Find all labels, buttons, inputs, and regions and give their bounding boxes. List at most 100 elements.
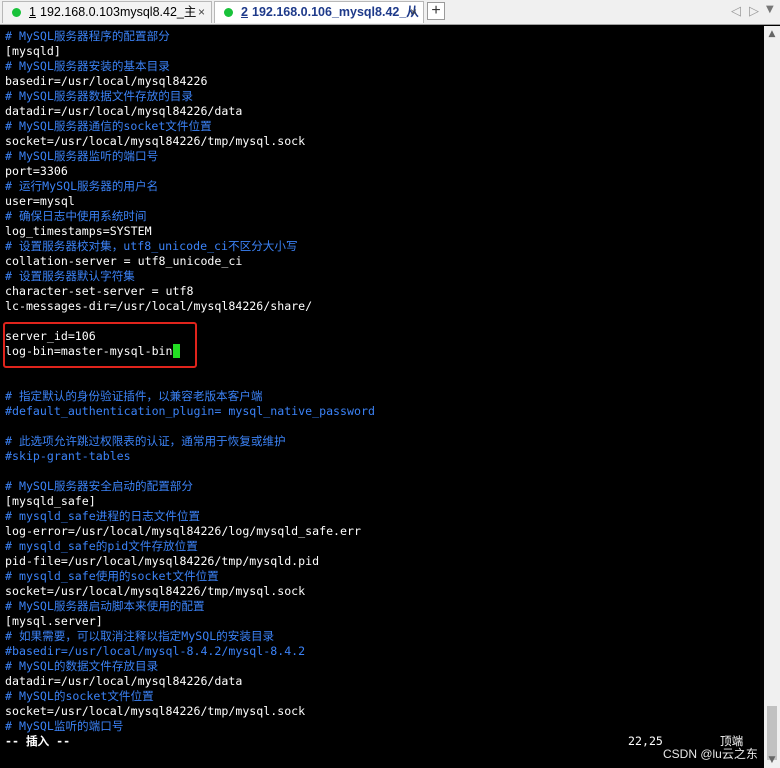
cursor-position: 22,25 xyxy=(628,734,663,748)
tab-session-2[interactable]: 2 192.168.0.106_mysql8.42_从 × xyxy=(214,1,424,23)
line-text: # MySQL服务器安装的基本目录 xyxy=(5,59,170,73)
watermark: CSDN @lu云之东 xyxy=(663,747,758,761)
line-text: # MySQL服务器启动脚本来使用的配置 xyxy=(5,599,205,613)
scroll-down-icon[interactable]: ▼ xyxy=(764,752,780,768)
line-text: pid-file=/usr/local/mysql84226/tmp/mysql… xyxy=(5,554,320,568)
highlight-box xyxy=(3,322,197,368)
line-text: # 指定默认的身份验证插件，以兼容老版本客户端 xyxy=(5,389,263,403)
line-text: character-set-server = utf8 xyxy=(5,284,194,298)
comment-line: # MySQL的socket文件位置 xyxy=(0,689,764,704)
line-text: log-error=/usr/local/mysql84226/log/mysq… xyxy=(5,524,361,538)
comment-line: # MySQL服务器程序的配置部分 xyxy=(0,29,764,44)
line-text: # 设置服务器默认字符集 xyxy=(5,269,135,283)
tab-scroll-left-icon[interactable]: ◁ xyxy=(731,3,741,19)
line-text: socket=/usr/local/mysql84226/tmp/mysql.s… xyxy=(5,134,306,148)
line-text: # MySQL服务器监听的端口号 xyxy=(5,149,159,163)
connection-status-icon xyxy=(224,8,233,17)
tab-title: 192.168.0.106_mysql8.42_从 xyxy=(252,5,419,19)
comment-line: #skip-grant-tables xyxy=(0,449,764,464)
config-line: [mysqld] xyxy=(0,44,764,59)
line-text: # MySQL的socket文件位置 xyxy=(5,689,154,703)
scroll-up-icon[interactable]: ▲ xyxy=(764,26,780,42)
config-line xyxy=(0,374,764,389)
line-text: datadir=/usr/local/mysql84226/data xyxy=(5,104,243,118)
line-text: #basedir=/usr/local/mysql-8.4.2/mysql-8.… xyxy=(5,644,306,658)
comment-line: # mysqld_safe进程的日志文件位置 xyxy=(0,509,764,524)
line-text: lc-messages-dir=/usr/local/mysql84226/sh… xyxy=(5,299,313,313)
config-line: [mysqld_safe] xyxy=(0,494,764,509)
config-line: socket=/usr/local/mysql84226/tmp/mysql.s… xyxy=(0,134,764,149)
config-line: pid-file=/usr/local/mysql84226/tmp/mysql… xyxy=(0,554,764,569)
config-line: collation-server = utf8_unicode_ci xyxy=(0,254,764,269)
line-text: # 确保日志中使用系统时间 xyxy=(5,209,147,223)
config-line xyxy=(0,464,764,479)
comment-line: # MySQL服务器监听的端口号 xyxy=(0,149,764,164)
line-text: # 如果需要，可以取消注释以指定MySQL的安装目录 xyxy=(5,629,275,643)
line-text: [mysqld_safe] xyxy=(5,494,96,508)
line-text: user=mysql xyxy=(5,194,75,208)
line-text: basedir=/usr/local/mysql84226 xyxy=(5,74,208,88)
line-text: # MySQL服务器程序的配置部分 xyxy=(5,29,170,43)
line-text: collation-server = utf8_unicode_ci xyxy=(5,254,243,268)
config-line: socket=/usr/local/mysql84226/tmp/mysql.s… xyxy=(0,584,764,599)
config-line: log-error=/usr/local/mysql84226/log/mysq… xyxy=(0,524,764,539)
new-tab-button[interactable]: + xyxy=(427,2,445,20)
vertical-scrollbar[interactable]: ▲ ▼ xyxy=(764,26,780,768)
close-tab-icon[interactable]: × xyxy=(198,2,205,23)
comment-line: # 此选项允许跳过权限表的认证，通常用于恢复或维护 xyxy=(0,434,764,449)
line-text: # MySQL监听的端口号 xyxy=(5,719,124,733)
config-line: datadir=/usr/local/mysql84226/data xyxy=(0,674,764,689)
line-text: # 运行MySQL服务器的用户名 xyxy=(5,179,159,193)
connection-status-icon xyxy=(12,8,21,17)
line-text: datadir=/usr/local/mysql84226/data xyxy=(5,674,243,688)
status-line: -- 插入 -- 22,25 顶端 xyxy=(0,734,764,749)
line-text: socket=/usr/local/mysql84226/tmp/mysql.s… xyxy=(5,584,306,598)
comment-line: # 指定默认的身份验证插件，以兼容老版本客户端 xyxy=(0,389,764,404)
line-text: # MySQL服务器通信的socket文件位置 xyxy=(5,119,212,133)
config-line: basedir=/usr/local/mysql84226 xyxy=(0,74,764,89)
config-line: port=3306 xyxy=(0,164,764,179)
line-text: log_timestamps=SYSTEM xyxy=(5,224,152,238)
comment-line: #default_authentication_plugin= mysql_na… xyxy=(0,404,764,419)
tab-number: 1 xyxy=(29,5,36,19)
comment-line: # 确保日志中使用系统时间 xyxy=(0,209,764,224)
line-text: #default_authentication_plugin= mysql_na… xyxy=(5,404,375,418)
line-text: #skip-grant-tables xyxy=(5,449,131,463)
comment-line: # 如果需要，可以取消注释以指定MySQL的安装目录 xyxy=(0,629,764,644)
comment-line: # MySQL服务器通信的socket文件位置 xyxy=(0,119,764,134)
config-line: user=mysql xyxy=(0,194,764,209)
comment-line: # MySQL监听的端口号 xyxy=(0,719,764,734)
comment-line: # mysqld_safe的pid文件存放位置 xyxy=(0,539,764,554)
terminal-editor[interactable]: # MySQL服务器程序的配置部分 [mysqld] # MySQL服务器安装的基本… xyxy=(0,26,764,768)
line-text: # 设置服务器校对集，utf8_unicode_ci不区分大小写 xyxy=(5,239,298,253)
line-text: socket=/usr/local/mysql84226/tmp/mysql.s… xyxy=(5,704,306,718)
line-text: # MySQL的数据文件存放目录 xyxy=(5,659,159,673)
tab-scroll-right-icon[interactable]: ▷ xyxy=(749,3,759,19)
line-text: port=3306 xyxy=(5,164,68,178)
line-text: # MySQL服务器数据文件存放的目录 xyxy=(5,89,193,103)
tab-title: 192.168.0.103mysql8.42_主 xyxy=(40,5,197,19)
config-line: datadir=/usr/local/mysql84226/data xyxy=(0,104,764,119)
tab-number: 2 xyxy=(241,5,248,19)
line-text: # mysqld_safe使用的socket文件位置 xyxy=(5,569,219,583)
close-tab-icon[interactable]: × xyxy=(410,2,417,23)
comment-line: # 运行MySQL服务器的用户名 xyxy=(0,179,764,194)
comment-line: #basedir=/usr/local/mysql-8.4.2/mysql-8.… xyxy=(0,644,764,659)
tab-session-1[interactable]: 1 192.168.0.103mysql8.42_主 × xyxy=(2,1,212,23)
line-text: # mysqld_safe的pid文件存放位置 xyxy=(5,539,198,553)
mode-indicator: -- 插入 -- xyxy=(5,734,71,748)
config-line: [mysql.server] xyxy=(0,614,764,629)
line-text: # mysqld_safe进程的日志文件位置 xyxy=(5,509,201,523)
comment-line: # MySQL的数据文件存放目录 xyxy=(0,659,764,674)
config-line: socket=/usr/local/mysql84226/tmp/mysql.s… xyxy=(0,704,764,719)
comment-line: # MySQL服务器启动脚本来使用的配置 xyxy=(0,599,764,614)
line-text: # MySQL服务器安全启动的配置部分 xyxy=(5,479,193,493)
comment-line: # 设置服务器默认字符集 xyxy=(0,269,764,284)
tab-menu-icon[interactable]: ▼ xyxy=(766,4,774,15)
config-line xyxy=(0,419,764,434)
line-text: [mysqld] xyxy=(5,44,61,58)
line-text: # 此选项允许跳过权限表的认证，通常用于恢复或维护 xyxy=(5,434,286,448)
comment-line: # 设置服务器校对集，utf8_unicode_ci不区分大小写 xyxy=(0,239,764,254)
comment-line: # MySQL服务器安装的基本目录 xyxy=(0,59,764,74)
config-line: log_timestamps=SYSTEM xyxy=(0,224,764,239)
